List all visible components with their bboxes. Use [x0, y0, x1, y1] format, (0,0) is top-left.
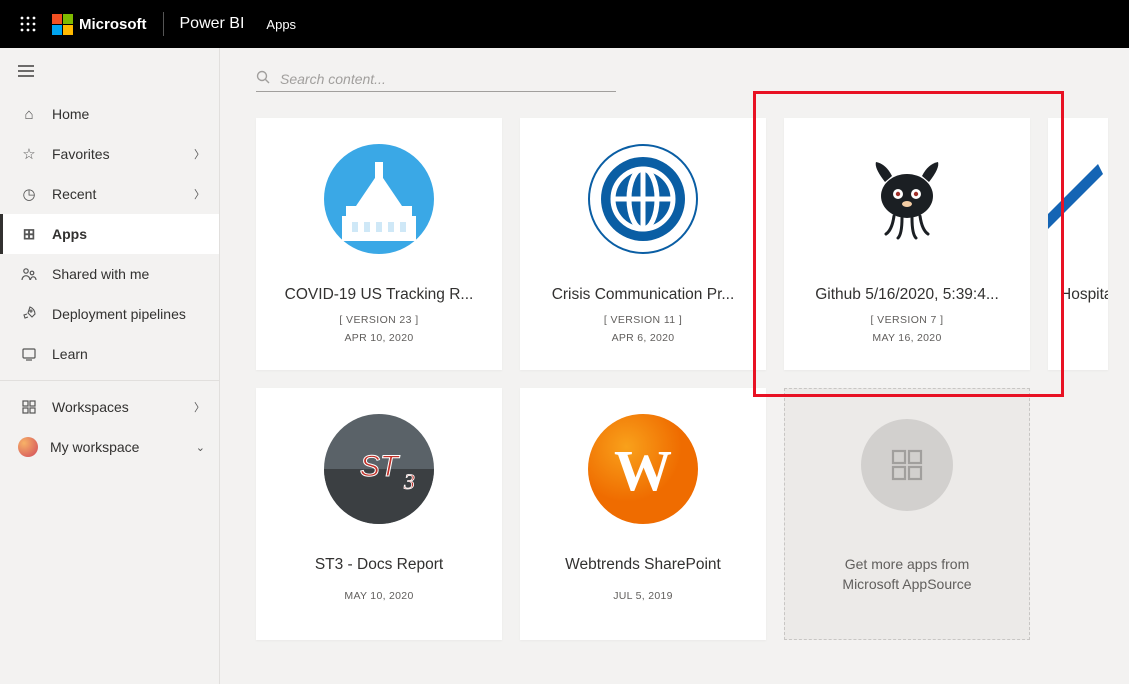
app-title: Github 5/16/2020, 5:39:4...: [797, 286, 1017, 304]
app-version: [ VERSION 7 ]: [871, 314, 944, 326]
app-title: ST3 - Docs Report: [269, 556, 489, 574]
get-more-label: Get more apps from Microsoft AppSource: [817, 555, 997, 594]
get-more-apps[interactable]: Get more apps from Microsoft AppSource: [784, 388, 1030, 640]
app-date: MAY 10, 2020: [344, 590, 413, 602]
avatar: [18, 437, 38, 457]
sidebar-item-myworkspace[interactable]: My workspace ⌄: [0, 427, 219, 467]
search-icon: [256, 70, 270, 87]
sidebar-item-label: Learn: [52, 346, 88, 362]
clock-icon: ◷: [18, 185, 40, 203]
sidebar-item-apps[interactable]: ⊞ Apps: [0, 214, 219, 254]
chevron-down-icon: ⌄: [196, 441, 205, 454]
app-thumbnail: [588, 144, 698, 254]
app-version: [ VERSION 11 ]: [604, 314, 682, 326]
shared-icon: [18, 266, 40, 282]
app-thumbnail: W: [588, 414, 698, 524]
search-container[interactable]: [256, 66, 616, 92]
sidebar-item-label: Home: [52, 106, 89, 122]
app-card-webtrends[interactable]: W Webtrends SharePoint JUL 5, 2019: [520, 388, 766, 640]
chevron-right-icon: 〉: [194, 399, 205, 415]
sidebar-item-label: My workspace: [50, 439, 139, 455]
sidebar-item-label: Workspaces: [52, 399, 129, 415]
sidebar-item-label: Apps: [52, 226, 87, 242]
search-input[interactable]: [280, 71, 616, 87]
microsoft-brand[interactable]: Microsoft: [48, 0, 159, 48]
app-title: Webtrends SharePoint: [533, 556, 753, 574]
separator: [0, 380, 219, 381]
sidebar-item-favorites[interactable]: ☆ Favorites 〉: [0, 134, 219, 174]
learn-icon: [18, 346, 40, 362]
sidebar-item-shared[interactable]: Shared with me: [0, 254, 219, 294]
app-thumbnail: [324, 144, 434, 254]
sidebar-item-recent[interactable]: ◷ Recent 〉: [0, 174, 219, 214]
chevron-right-icon: 〉: [194, 146, 205, 162]
app-card-st3[interactable]: ST 3 ST3 - Docs Report MAY 10, 2020: [256, 388, 502, 640]
app-thumbnail: [852, 144, 962, 254]
app-date: APR 6, 2020: [612, 332, 675, 344]
app-card-crisis[interactable]: Crisis Communication Pr... [ VERSION 11 …: [520, 118, 766, 370]
sidebar-item-workspaces[interactable]: Workspaces 〉: [0, 387, 219, 427]
sidebar-item-label: Recent: [52, 186, 96, 202]
app-date: APR 10, 2020: [345, 332, 414, 344]
microsoft-logo-icon: [52, 14, 73, 35]
sidebar-item-label: Deployment pipelines: [52, 306, 186, 322]
svg-text:W: W: [614, 438, 672, 503]
star-icon: ☆: [18, 145, 40, 163]
app-title: Hospital: [1048, 286, 1108, 304]
apps-icon: ⊞: [18, 225, 40, 243]
app-version: [ VERSION 23 ]: [339, 314, 418, 326]
app-date: MAY 16, 2020: [872, 332, 941, 344]
app-launcher-icon[interactable]: [8, 0, 48, 48]
rocket-icon: [18, 306, 40, 322]
sidebar-item-label: Favorites: [52, 146, 110, 162]
home-icon: ⌂: [18, 106, 40, 123]
appsource-icon: [861, 419, 953, 511]
app-card-github[interactable]: Github 5/16/2020, 5:39:4... [ VERSION 7 …: [784, 118, 1030, 370]
chevron-right-icon: 〉: [194, 186, 205, 202]
sidebar-item-pipelines[interactable]: Deployment pipelines: [0, 294, 219, 334]
product-name[interactable]: Power BI: [166, 15, 261, 33]
app-title: COVID-19 US Tracking R...: [269, 286, 489, 304]
apps-grid: COVID-19 US Tracking R... [ VERSION 23 ]…: [256, 118, 1129, 640]
divider: [163, 12, 164, 36]
sidebar-item-home[interactable]: ⌂ Home: [0, 94, 219, 134]
svg-text:3: 3: [403, 469, 415, 494]
app-date: JUL 5, 2019: [613, 590, 673, 602]
workspaces-icon: [18, 399, 40, 415]
breadcrumb: Apps: [260, 17, 296, 32]
hamburger-icon[interactable]: [0, 52, 219, 94]
main-content: COVID-19 US Tracking R... [ VERSION 23 ]…: [220, 48, 1129, 684]
top-bar: Microsoft Power BI Apps: [0, 0, 1129, 48]
brand-text: Microsoft: [79, 16, 147, 33]
sidebar: ⌂ Home ☆ Favorites 〉 ◷ Recent 〉 ⊞ Apps S…: [0, 48, 220, 684]
app-thumbnail: ST 3: [324, 414, 434, 524]
app-card-covid[interactable]: COVID-19 US Tracking R... [ VERSION 23 ]…: [256, 118, 502, 370]
app-title: Crisis Communication Pr...: [533, 286, 753, 304]
sidebar-item-learn[interactable]: Learn: [0, 334, 219, 374]
app-card-hospital[interactable]: Hospital: [1048, 118, 1108, 370]
app-thumbnail: [1048, 144, 1108, 254]
sidebar-item-label: Shared with me: [52, 266, 149, 282]
svg-text:ST: ST: [360, 450, 401, 483]
